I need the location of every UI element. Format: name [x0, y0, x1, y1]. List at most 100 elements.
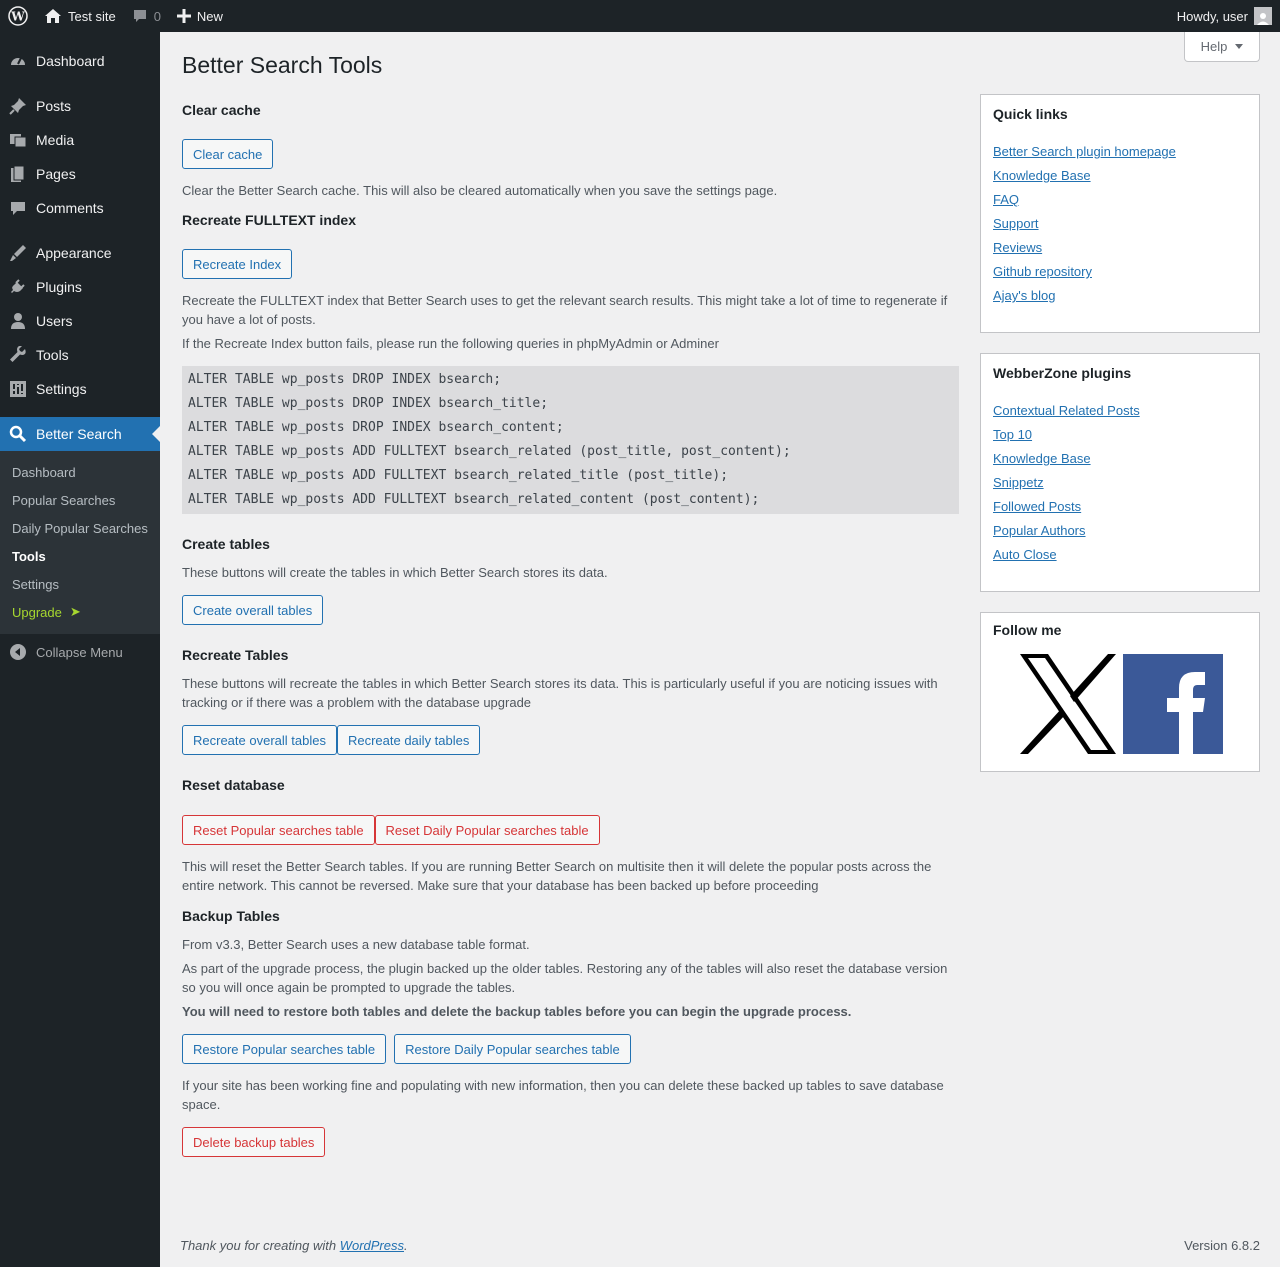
footer-thanks: Thank you for creating with WordPress.	[180, 1238, 408, 1253]
comment-icon	[132, 8, 148, 24]
submenu-item-settings[interactable]: Settings	[0, 570, 160, 598]
sidebar-item-tools[interactable]: Tools	[0, 338, 160, 372]
quick-link[interactable]: Knowledge Base	[993, 168, 1091, 183]
submenu-item-upgrade[interactable]: Upgrade ➤	[0, 598, 160, 626]
quick-link[interactable]: Github repository	[993, 264, 1092, 279]
page-title: Better Search Tools	[182, 52, 383, 78]
dashboard-icon	[8, 51, 28, 71]
sidebar-item-media[interactable]: Media	[0, 123, 160, 157]
sidebar-item-posts[interactable]: Posts	[0, 89, 160, 123]
quick-link[interactable]: Better Search plugin homepage	[993, 144, 1176, 159]
submenu-item-daily-popular-searches[interactable]: Daily Popular Searches	[0, 514, 160, 542]
webberzone-title: WebberZone plugins	[993, 365, 1132, 381]
delete-backup-tables-button[interactable]: Delete backup tables	[182, 1127, 326, 1157]
sidebar-item-appearance[interactable]: Appearance	[0, 236, 160, 270]
sidebar-item-label: Plugins	[36, 279, 82, 295]
avatar	[1254, 7, 1272, 25]
site-name-link[interactable]: Test site	[36, 0, 124, 32]
sidebar-item-label: Tools	[36, 347, 69, 363]
sidebar-item-label: Posts	[36, 98, 72, 114]
backup-description-1: From v3.3, Better Search uses a new data…	[182, 937, 530, 952]
facebook-icon[interactable]	[1122, 654, 1223, 754]
sidebar-item-label: Pages	[36, 166, 76, 182]
collapse-menu-button[interactable]: Collapse Menu	[0, 635, 160, 669]
plugin-link[interactable]: Popular Authors	[993, 523, 1086, 538]
backup-description-3: You will need to restore both tables and…	[182, 1004, 852, 1019]
recreate-index-description: Recreate the FULLTEXT index that Better …	[182, 293, 948, 327]
plugin-link[interactable]: Knowledge Base	[993, 451, 1091, 466]
plugin-link[interactable]: Followed Posts	[993, 499, 1081, 514]
quick-link[interactable]: FAQ	[993, 192, 1019, 207]
recreate-index-button[interactable]: Recreate Index	[182, 249, 293, 279]
footer-thanks-text: Thank you for creating with	[180, 1238, 340, 1253]
create-tables-description: These buttons will create the tables in …	[182, 565, 608, 580]
clear-cache-button[interactable]: Clear cache	[182, 139, 274, 169]
reset-daily-popular-searches-button[interactable]: Reset Daily Popular searches table	[374, 815, 600, 845]
user-icon	[8, 311, 28, 331]
upgrade-label: Upgrade	[12, 604, 62, 620]
comments-link[interactable]: 0	[124, 0, 169, 32]
backup-description-2: As part of the upgrade process, the plug…	[182, 961, 948, 995]
pin-icon	[8, 96, 28, 116]
backup-description-4: If your site has been working fine and p…	[182, 1078, 944, 1112]
sql-line: ALTER TABLE wp_posts ADD FULLTEXT bsearc…	[188, 468, 729, 483]
wordpress-link[interactable]: WordPress	[340, 1238, 404, 1253]
pages-icon	[8, 164, 28, 184]
recreate-daily-tables-button[interactable]: Recreate daily tables	[336, 725, 481, 755]
sidebar-item-dashboard[interactable]: Dashboard	[0, 44, 160, 78]
settings-icon	[8, 379, 28, 399]
sidebar-item-users[interactable]: Users	[0, 304, 160, 338]
restore-popular-searches-button[interactable]: Restore Popular searches table	[182, 1034, 387, 1064]
plus-icon	[176, 9, 191, 23]
svg-text:W: W	[10, 10, 25, 24]
comments-count: 0	[153, 8, 161, 24]
follow-me-box: Follow me	[980, 612, 1260, 772]
help-tab-button[interactable]: Help	[1184, 32, 1260, 62]
account-menu[interactable]: Howdy, user	[1169, 0, 1280, 32]
admin-bar: W Test site 0 New Howdy, user	[0, 0, 1280, 32]
media-icon	[8, 130, 28, 150]
follow-title: Follow me	[993, 622, 1062, 638]
sidebar-item-better-search[interactable]: Better Search	[0, 417, 160, 451]
section-heading-clear-cache: Clear cache	[182, 102, 261, 118]
sidebar-item-label: Comments	[36, 200, 104, 216]
help-label: Help	[1200, 39, 1228, 54]
new-content-link[interactable]: New	[169, 0, 231, 32]
submenu-item-tools[interactable]: Tools	[0, 542, 160, 570]
submenu-item-dashboard[interactable]: Dashboard	[0, 458, 160, 486]
sidebar-item-label: Users	[36, 313, 73, 329]
sidebar-item-label: Media	[36, 132, 75, 148]
search-icon	[8, 424, 28, 444]
section-heading-create-tables: Create tables	[182, 536, 270, 552]
quick-links-box: Quick links Better Search plugin homepag…	[980, 94, 1260, 333]
recreate-overall-tables-button[interactable]: Recreate overall tables	[182, 725, 337, 755]
restore-daily-popular-searches-button[interactable]: Restore Daily Popular searches table	[394, 1034, 631, 1064]
x-twitter-icon[interactable]	[1017, 654, 1118, 754]
sidebar-item-label: Settings	[36, 381, 87, 397]
quick-link[interactable]: Reviews	[993, 240, 1042, 255]
reset-database-description: This will reset the Better Search tables…	[182, 859, 932, 893]
wrench-icon	[8, 345, 28, 365]
wordpress-logo-icon[interactable]: W	[0, 0, 36, 32]
sidebar-item-plugins[interactable]: Plugins	[0, 270, 160, 304]
create-overall-tables-button[interactable]: Create overall tables	[182, 595, 324, 625]
plugin-link[interactable]: Snippetz	[993, 475, 1044, 490]
submenu-item-popular-searches[interactable]: Popular Searches	[0, 486, 160, 514]
plugin-link[interactable]: Top 10	[993, 427, 1032, 442]
sidebar-item-comments[interactable]: Comments	[0, 191, 160, 225]
webberzone-plugins-box: WebberZone plugins Contextual Related Po…	[980, 353, 1260, 592]
plugin-link[interactable]: Contextual Related Posts	[993, 403, 1140, 418]
quick-link[interactable]: Support	[993, 216, 1039, 231]
greeting: Howdy, user	[1176, 8, 1248, 24]
quick-links-title: Quick links	[993, 106, 1068, 122]
clear-cache-description: Clear the Better Search cache. This will…	[182, 183, 778, 198]
sidebar-item-label: Appearance	[36, 245, 112, 261]
quick-link[interactable]: Ajay's blog	[993, 288, 1055, 303]
better-search-submenu: Dashboard Popular Searches Daily Popular…	[0, 451, 160, 634]
sidebar-item-pages[interactable]: Pages	[0, 157, 160, 191]
sidebar-item-settings[interactable]: Settings	[0, 372, 160, 406]
reset-popular-searches-button[interactable]: Reset Popular searches table	[182, 815, 375, 845]
comment-icon	[8, 198, 28, 218]
plug-icon	[8, 277, 28, 297]
plugin-link[interactable]: Auto Close	[993, 547, 1057, 562]
